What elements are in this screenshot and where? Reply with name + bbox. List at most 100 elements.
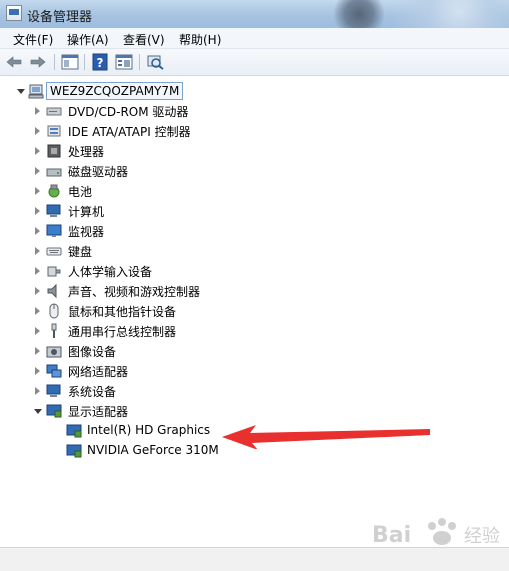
tree-item-label: 鼠标和其他指针设备 (68, 305, 177, 319)
tree-item-label: IDE ATA/ATAPI 控制器 (68, 125, 191, 139)
baidu-watermark-logo: Bai 经验 (372, 518, 500, 548)
computer-name-label: WEZ9ZCQOZPAMY7M (46, 82, 184, 100)
tree-item-label: 图像设备 (68, 345, 117, 359)
toolbar-separator (84, 54, 85, 70)
computer-icon (46, 204, 61, 217)
device-label: NVIDIA GeForce 310M (87, 443, 219, 457)
properties-icon (115, 54, 133, 70)
system-device-icon (46, 384, 61, 397)
console-tree-icon (61, 54, 79, 70)
expand-arrow-icon[interactable] (35, 387, 40, 395)
forward-arrow-icon (30, 56, 46, 68)
menu-action[interactable]: 操作(A) (67, 31, 109, 48)
tree-root[interactable]: WEZ9ZCQOZPAMY7M (0, 82, 300, 100)
display-adapter-icon (66, 424, 82, 438)
tree-item-imaging[interactable]: 图像设备 (0, 342, 300, 360)
forward-button[interactable] (30, 53, 50, 71)
collapse-arrow-icon[interactable] (17, 89, 25, 94)
expand-arrow-icon[interactable] (35, 327, 40, 335)
help-button[interactable]: ? (90, 53, 110, 71)
tree-item-battery[interactable]: 电池 (0, 182, 300, 200)
tree-item-label: 通用串行总线控制器 (68, 325, 177, 339)
camera-icon (46, 346, 62, 358)
tree-item-display[interactable]: 显示适配器 (0, 402, 300, 420)
expand-arrow-icon[interactable] (35, 227, 40, 235)
tree-item-dvd[interactable]: DVD/CD-ROM 驱动器 (0, 102, 300, 120)
network-adapter-icon (46, 364, 62, 378)
sound-icon (47, 283, 57, 299)
tree-item-monitor[interactable]: 监视器 (0, 222, 300, 240)
expand-arrow-icon[interactable] (35, 267, 40, 275)
title-bar[interactable]: 设备管理器 (0, 0, 509, 29)
device-label: Intel(R) HD Graphics (87, 423, 211, 437)
expand-arrow-icon[interactable] (35, 127, 40, 135)
expand-arrow-icon[interactable] (35, 347, 40, 355)
expand-arrow-icon[interactable] (35, 207, 40, 215)
tree-item-network[interactable]: 网络适配器 (0, 362, 300, 380)
collapse-arrow-icon[interactable] (34, 409, 42, 414)
tree-item-label: 人体学输入设备 (68, 265, 153, 279)
scan-hardware-icon (147, 55, 164, 70)
processor-icon (47, 144, 61, 158)
menu-file[interactable]: 文件(F) (13, 31, 53, 48)
annotation-arrow-icon (222, 425, 430, 449)
tree-item-computer[interactable]: 计算机 (0, 202, 300, 220)
tree-item-label: 处理器 (68, 145, 105, 159)
tree-item-usb[interactable]: 通用串行总线控制器 (0, 322, 300, 340)
window-title: 设备管理器 (27, 10, 93, 25)
tree-item-keyboard[interactable]: 键盘 (0, 242, 300, 260)
expand-arrow-icon[interactable] (35, 307, 40, 315)
device-manager-app-icon (6, 5, 22, 21)
ide-controller-icon (47, 125, 61, 137)
scan-hardware-button[interactable] (145, 53, 165, 71)
menu-view[interactable]: 查看(V) (123, 31, 165, 48)
tree-item-mouse[interactable]: 鼠标和其他指针设备 (0, 302, 300, 320)
disk-drive-icon (46, 168, 62, 177)
tree-item-label: 键盘 (68, 245, 93, 259)
background-blur-light (309, 0, 509, 28)
usb-icon (51, 323, 57, 338)
tree-item-label: 磁盘驱动器 (68, 165, 129, 179)
menu-bar: 文件(F) 操作(A) 查看(V) 帮助(H) (0, 28, 509, 49)
hid-icon (47, 266, 61, 277)
tree-item-processor[interactable]: 处理器 (0, 142, 300, 160)
computer-root-icon (28, 84, 44, 99)
monitor-icon (46, 224, 62, 237)
dvd-drive-icon (46, 107, 62, 116)
toolbar-separator (54, 54, 55, 70)
back-arrow-icon (6, 56, 22, 68)
expand-arrow-icon[interactable] (35, 167, 40, 175)
tree-item-label: 声音、视频和游戏控制器 (68, 285, 201, 299)
expand-arrow-icon[interactable] (35, 367, 40, 375)
keyboard-icon (46, 247, 62, 256)
back-button[interactable] (6, 53, 26, 71)
console-tree-button[interactable] (60, 53, 80, 71)
tree-item-system[interactable]: 系统设备 (0, 382, 300, 400)
help-icon: ? (92, 53, 108, 71)
battery-icon (48, 184, 60, 198)
expand-arrow-icon[interactable] (35, 247, 40, 255)
expand-arrow-icon[interactable] (35, 107, 40, 115)
expand-arrow-icon[interactable] (35, 147, 40, 155)
tree-item-label: 监视器 (68, 225, 105, 239)
tree-item-label: 显示适配器 (68, 405, 129, 419)
tree-item-sound[interactable]: 声音、视频和游戏控制器 (0, 282, 300, 300)
tree-item-disk[interactable]: 磁盘驱动器 (0, 162, 300, 180)
expand-arrow-icon[interactable] (35, 287, 40, 295)
device-manager-window: 设备管理器 文件(F) 操作(A) 查看(V) 帮助(H) ? WEZ9ZCQO… (0, 0, 509, 571)
toolbar-separator (139, 54, 140, 70)
svg-text:?: ? (97, 56, 104, 70)
tree-item-label: DVD/CD-ROM 驱动器 (68, 105, 189, 119)
tree-item-label: 系统设备 (68, 385, 117, 399)
properties-button[interactable] (114, 53, 134, 71)
menu-help[interactable]: 帮助(H) (179, 31, 221, 48)
tree-item-hid[interactable]: 人体学输入设备 (0, 262, 300, 280)
svg-text:经验: 经验 (464, 526, 500, 547)
tree-item-label: 网络适配器 (68, 365, 129, 379)
display-adapter-icon (66, 444, 82, 458)
tree-item-ide[interactable]: IDE ATA/ATAPI 控制器 (0, 122, 300, 140)
device-tree: WEZ9ZCQOZPAMY7M DVD/CD-ROM 驱动器 IDE ATA/A… (0, 76, 509, 546)
expand-arrow-icon[interactable] (35, 187, 40, 195)
display-adapter-icon (46, 404, 62, 418)
mouse-icon (49, 303, 59, 319)
